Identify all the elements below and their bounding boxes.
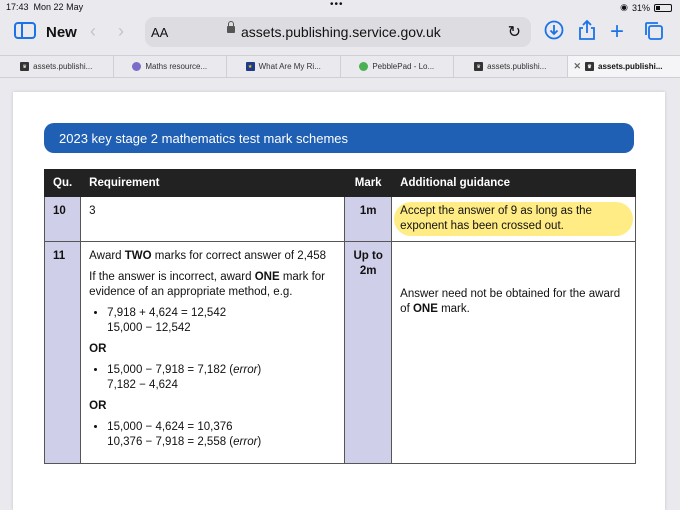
method-list: 15,000 − 7,918 = 7,182 (error)7,182 − 4,… [89,363,336,393]
requirement-line: If the answer is incorrect, award ONE ma… [89,271,326,298]
maths-icon [132,62,142,71]
reload-icon[interactable]: ↻ [508,22,521,42]
method-item: 15,000 − 4,624 = 10,37610,376 − 7,918 = … [107,420,336,450]
guidance-text: Answer need not be obtained for the awar… [400,288,621,315]
pebblepad-icon [359,62,369,71]
sidebar-icon[interactable] [14,22,36,44]
question-number: 10 [43,196,82,242]
back-icon[interactable]: ‹ [90,21,96,42]
tab-4[interactable]: PebblePad - Lo... [341,56,454,77]
tab-1[interactable]: ♛ assets.publishi... [0,56,114,77]
download-icon[interactable] [544,20,564,45]
new-tab-group-label[interactable]: New [46,24,77,41]
gov-crest-icon: ♛ [20,62,30,71]
battery-icon [654,3,672,12]
header-qu: Qu. [43,169,82,197]
wifi-icon: ◉ [620,2,628,12]
table-row: 10 3 1m Accept the answer of 9 as long a… [43,196,636,242]
tab-6-active[interactable]: ✕ ♛ assets.publishi... [567,56,680,77]
tab-5[interactable]: ♛ assets.publishi... [454,56,568,77]
method-item: 7,918 + 4,624 = 12,54215,000 − 12,542 [107,306,336,336]
star-icon: ★ [245,62,255,71]
document-banner: 2023 key stage 2 mathematics test mark s… [44,123,634,153]
add-tab-icon[interactable]: + [610,18,624,46]
forward-icon[interactable]: › [118,21,124,42]
method-item: 15,000 − 7,918 = 7,182 (error)7,182 − 4,… [107,363,336,393]
battery-percent: 31% [631,2,650,13]
requirement-cell: 3 [80,196,346,242]
header-mark: Mark [344,169,393,197]
requirement-line: Award TWO marks for correct answer of 2,… [89,250,327,262]
close-tab-icon[interactable]: ✕ [574,61,582,72]
mark-scheme-table: Qu. Requirement Mark Additional guidance… [43,169,636,464]
table-row: 11 Award TWO marks for correct answer of… [43,241,636,464]
mark-cell: 1m [344,196,393,242]
question-number: 11 [43,241,82,464]
url-text[interactable]: assets.publishing.service.gov.uk [241,24,441,40]
gov-crest-icon: ♛ [474,62,484,71]
status-bar: 17:43 Mon 22 May ••• ◉ 31% [0,0,680,14]
requirement-cell: Award TWO marks for correct answer of 2,… [80,241,346,464]
tab-strip: ♛ assets.publishi... Maths resource... ★ W… [0,55,680,78]
tab-overview-icon[interactable] [644,21,664,46]
header-requirement: Requirement [80,169,346,197]
method-list: 15,000 − 4,624 = 10,37610,376 − 7,918 = … [89,420,336,450]
multitasking-dots[interactable]: ••• [330,0,344,10]
tab-3[interactable]: ★ What Are My Ri... [227,56,341,77]
gov-crest-icon: ♛ [585,62,595,71]
status-right: ◉ 31% [620,2,672,13]
table-header-row: Qu. Requirement Mark Additional guidance [43,169,636,197]
tab-2[interactable]: Maths resource... [114,56,227,77]
lock-icon [227,21,235,33]
browser-toolbar: New ‹ › AA assets.publishing.service.gov… [0,14,680,52]
text-size-button[interactable]: AA [151,25,168,40]
share-icon[interactable] [578,19,596,46]
status-time: 17:43 Mon 22 May [6,2,84,12]
or-label: OR [89,400,107,412]
guidance-cell: Answer need not be obtained for the awar… [391,241,636,464]
guidance-cell: Accept the answer of 9 as long as the ex… [391,196,636,242]
method-list: 7,918 + 4,624 = 12,54215,000 − 12,542 [89,306,336,336]
document-page: 2023 key stage 2 mathematics test mark s… [13,92,665,510]
or-label: OR [89,343,107,355]
header-guidance: Additional guidance [391,169,636,197]
highlighted-guidance: Accept the answer of 9 as long as the ex… [394,202,633,236]
mark-cell: Up to 2m [344,241,393,464]
address-bar[interactable]: AA assets.publishing.service.gov.uk ↻ [145,17,531,47]
